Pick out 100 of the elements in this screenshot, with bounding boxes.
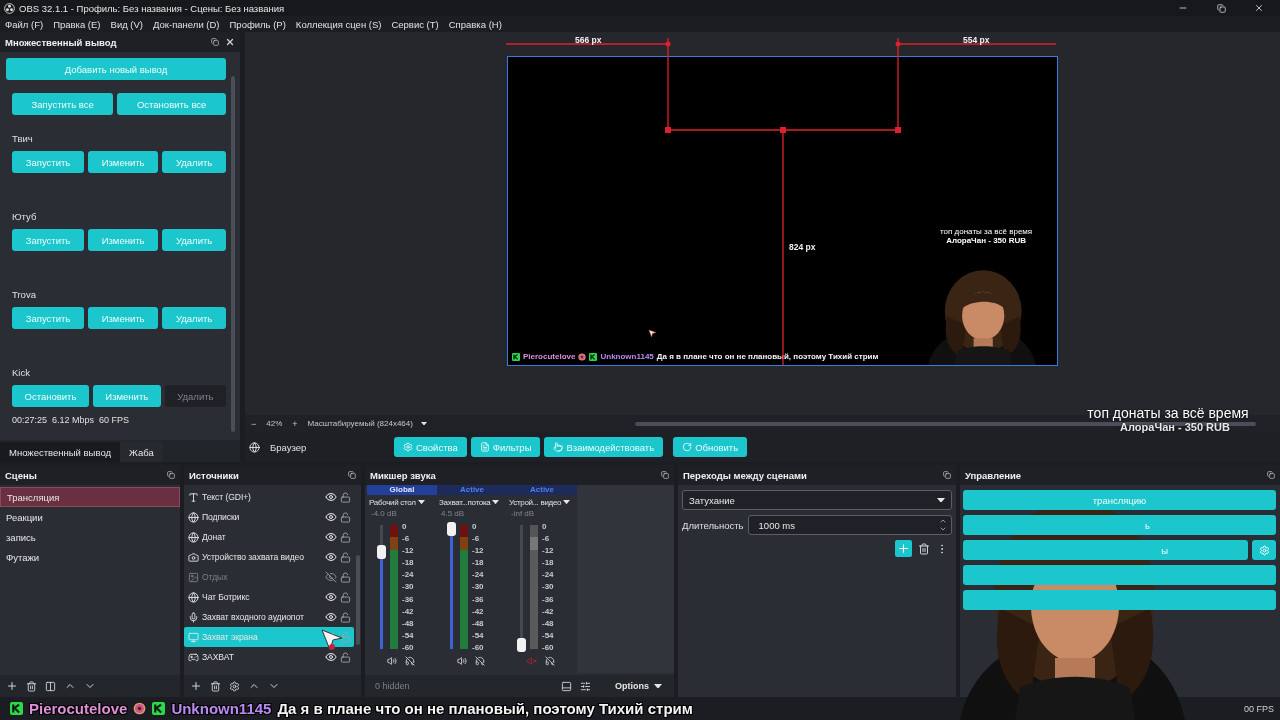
float-button[interactable] (943, 471, 951, 479)
scale-label: -12 (542, 546, 554, 556)
layout-button[interactable] (561, 680, 572, 692)
source-item[interactable]: Устройство захвата видео (184, 547, 354, 567)
close-button[interactable] (225, 37, 235, 47)
scene-item[interactable]: Трансляция (0, 487, 180, 507)
lock-icon[interactable] (340, 571, 351, 583)
lock-icon[interactable] (340, 591, 351, 603)
scale-label: -12 (472, 546, 484, 556)
restore-icon (1216, 3, 1226, 13)
fader-thumb[interactable] (447, 521, 456, 536)
scrollbar[interactable] (231, 76, 235, 432)
volume-slider[interactable] (447, 525, 456, 649)
scene-item[interactable]: Реакции (0, 507, 180, 527)
headphone-off-icon[interactable] (405, 656, 415, 666)
speaker-icon[interactable] (457, 656, 467, 666)
scale-label: -54 (472, 630, 484, 640)
volume-slider[interactable] (517, 525, 526, 649)
float-button[interactable] (167, 471, 175, 479)
channel-db: -inf dB (510, 509, 536, 520)
menu-item[interactable]: Док-панели (D) (149, 18, 224, 30)
scale-label: -18 (472, 558, 484, 568)
menu-item[interactable]: Коллекция сцен (S) (291, 18, 386, 30)
lock-icon[interactable] (340, 511, 351, 523)
source-item[interactable]: Донат (184, 527, 354, 547)
scene-item[interactable]: Футажи (0, 547, 180, 567)
transition-select[interactable]: Затухание (682, 490, 952, 510)
eye-icon[interactable] (325, 531, 337, 543)
menu-item[interactable]: Правка (E) (49, 18, 105, 30)
source-item[interactable]: Текст (GDI+) (184, 487, 354, 507)
scale-mode[interactable]: Масштабируемый (824x464) (307, 419, 413, 428)
channel-name[interactable]: Захват...потока (439, 497, 491, 507)
eye-off-icon[interactable] (325, 571, 337, 583)
float-button[interactable] (661, 471, 669, 479)
eye-icon[interactable] (325, 491, 337, 503)
headphone-off-icon[interactable] (545, 656, 555, 666)
settings-button[interactable] (229, 680, 240, 692)
channel-name[interactable]: Устрой... видео (509, 497, 562, 507)
caret-icon (937, 497, 945, 503)
scale-label: -18 (542, 558, 554, 568)
scene-item[interactable]: запись (0, 527, 180, 547)
source-item[interactable]: Чат Ботрикс (184, 587, 354, 607)
delete-button[interactable] (210, 680, 221, 692)
globe-icon (188, 591, 199, 603)
eye-icon[interactable] (325, 651, 337, 663)
menu-item[interactable]: Профиль (P) (225, 18, 290, 30)
options-button[interactable]: Options (609, 680, 668, 692)
source-item[interactable]: Захват входного аудиопот (184, 607, 354, 627)
chat-message: Да я в плане что он не плановый, поэтому Тихий стрим (277, 699, 693, 717)
channel-name[interactable]: Рабочий стол (369, 497, 416, 507)
eye-icon[interactable] (325, 511, 337, 523)
headphone-off-icon[interactable] (475, 656, 485, 666)
lock-icon[interactable] (340, 491, 351, 503)
source-item[interactable]: Отдых (184, 567, 354, 587)
lock-icon[interactable] (340, 531, 351, 543)
scrollbar[interactable] (356, 555, 360, 645)
source-item[interactable]: Подписки (184, 507, 354, 527)
scale-label: -54 (402, 630, 414, 640)
globe-icon (188, 511, 199, 523)
float-button[interactable] (1267, 471, 1275, 479)
menu-item[interactable]: Вид (V) (106, 18, 148, 30)
eye-icon[interactable] (325, 611, 337, 623)
menu-item[interactable]: Справка (H) (444, 18, 506, 30)
output-stat: 6.12 Mbps (52, 415, 95, 425)
guide-label: 566 px (575, 35, 602, 45)
float-button[interactable] (348, 471, 356, 479)
down-icon[interactable] (939, 525, 947, 533)
donation-top: АлораЧан - 350 RUB (946, 236, 1027, 245)
menu-item[interactable]: Сервис (T) (387, 18, 443, 30)
delete-button[interactable] (26, 680, 37, 692)
volume-slider[interactable] (377, 525, 386, 649)
menu-item[interactable]: Файл (F) (1, 18, 48, 30)
delete-button[interactable] (918, 542, 930, 555)
sliders-button[interactable] (580, 680, 591, 692)
filter-button[interactable] (45, 680, 56, 692)
scale-label: -42 (542, 606, 554, 616)
settings-button[interactable] (1252, 540, 1276, 560)
zoom-out-button[interactable]: − (249, 418, 259, 429)
fader-thumb[interactable] (377, 545, 386, 560)
eye-icon[interactable] (325, 551, 337, 563)
scale-label: 0 (542, 522, 548, 531)
float-button[interactable] (211, 38, 219, 46)
speaker-icon[interactable] (387, 656, 397, 666)
source-item[interactable]: ЗАХВАТ (184, 647, 354, 667)
eye-icon[interactable] (325, 591, 337, 603)
dock-tab[interactable]: Множественный вывод (0, 442, 120, 462)
fader-thumb[interactable] (517, 638, 526, 653)
dock-tab[interactable]: Жаба (120, 442, 163, 462)
lock-icon[interactable] (340, 611, 351, 623)
duration-field[interactable]: 1000 ms (747, 515, 952, 535)
lock-icon[interactable] (340, 651, 351, 663)
lock-icon[interactable] (340, 551, 351, 563)
up-icon[interactable] (939, 517, 947, 525)
zoom-in-button[interactable]: + (290, 418, 300, 429)
add-button[interactable] (190, 680, 202, 692)
source-label: Текст (GDI+) (202, 492, 252, 502)
add-button[interactable] (6, 680, 18, 692)
gear-icon (403, 442, 413, 452)
image-icon (188, 571, 199, 583)
lock-icon[interactable] (340, 631, 351, 643)
